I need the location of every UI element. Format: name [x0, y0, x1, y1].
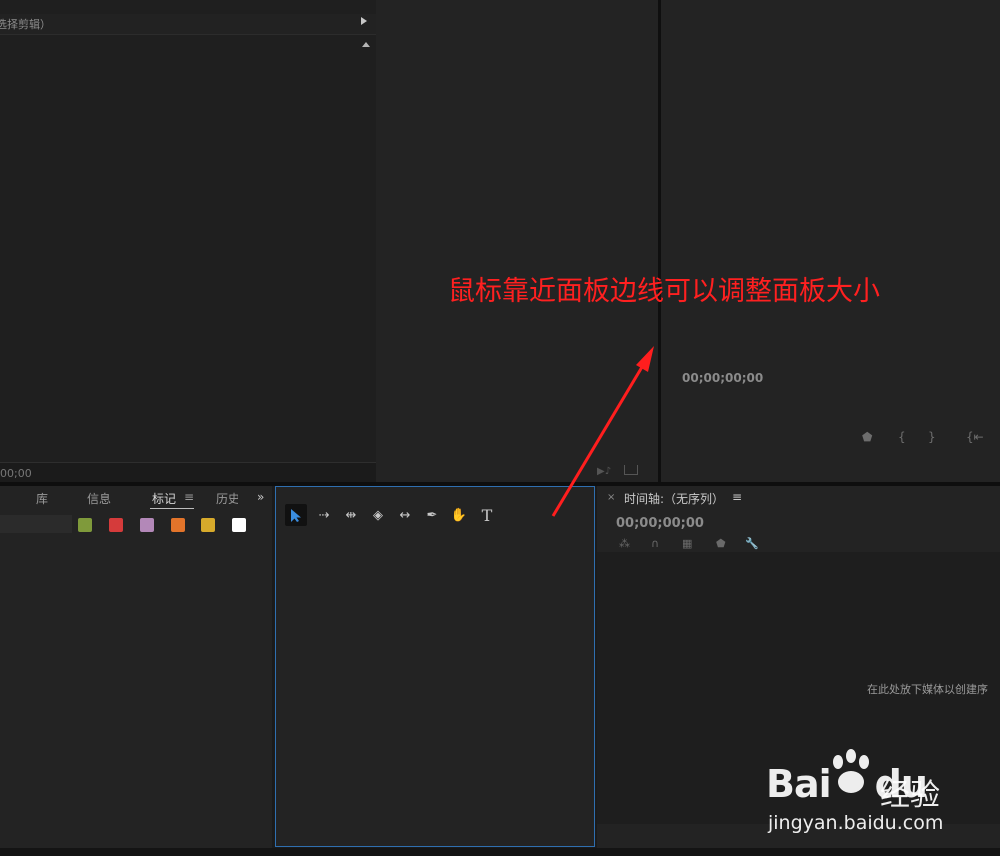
tab-library[interactable]: 库 — [36, 490, 48, 507]
linked-selection-icon[interactable]: ▦ — [682, 537, 692, 550]
overflow-icon[interactable]: » — [257, 490, 264, 504]
razor-tool-icon[interactable]: ◈ — [367, 504, 389, 526]
drop-media-hint: 在此处放下媒体以创建序 — [867, 683, 988, 696]
watermark-url: jingyan.baidu.com — [768, 812, 944, 834]
selection-arrow-icon — [291, 508, 301, 522]
close-icon[interactable]: × — [607, 492, 615, 503]
watermark-product: 经验 — [880, 778, 940, 813]
tab-info[interactable]: 信息 — [87, 490, 111, 507]
tab-markers[interactable]: 标记 — [152, 490, 176, 507]
type-tool-icon[interactable]: T — [476, 504, 498, 526]
wrench-icon[interactable]: 🔧 — [745, 537, 759, 550]
audio-icon[interactable]: ▶♪ — [597, 466, 611, 477]
source-panel-header — [0, 14, 376, 35]
bottom-edge — [0, 848, 1000, 856]
source-timecode: 00;00 — [0, 467, 32, 480]
swatch-orange[interactable] — [171, 518, 185, 532]
program-timecode[interactable]: 00;00;00;00 — [682, 371, 763, 385]
swatch-white[interactable] — [232, 518, 246, 532]
bracket-in-icon[interactable]: { — [898, 430, 906, 444]
pen-tool-icon[interactable]: ✒ — [421, 504, 443, 526]
go-to-in-icon[interactable]: {⇤ — [966, 430, 984, 444]
source-panel-header-text: 选择剪辑） — [0, 18, 51, 31]
slip-tool-icon[interactable]: ↔ — [394, 504, 416, 526]
expand-right-icon[interactable] — [361, 17, 367, 25]
tab-menu-icon[interactable]: ≡ — [184, 490, 194, 504]
empty-monitor-area — [376, 0, 658, 482]
timeline-timecode[interactable]: 00;00;00;00 — [616, 516, 704, 531]
program-monitor-panel — [661, 0, 1000, 482]
hand-tool-icon[interactable]: ✋ — [448, 504, 470, 526]
tab-history[interactable]: 历史 — [216, 490, 238, 507]
annotation-text: 鼠标靠近面板边线可以调整面板大小 — [448, 276, 880, 307]
mark-in-icon[interactable]: ⬟ — [862, 430, 872, 444]
markers-panel — [0, 486, 272, 848]
tools-panel — [275, 486, 595, 847]
timeline-title[interactable]: 时间轴:（无序列） — [624, 490, 724, 507]
selection-tool-icon[interactable] — [285, 504, 307, 526]
add-marker-icon[interactable]: ⬟ — [716, 537, 726, 550]
swatch-green[interactable] — [78, 518, 92, 532]
watermark-brand-a: Bai — [766, 762, 832, 806]
source-monitor-panel — [0, 0, 377, 463]
marker-search-input[interactable] — [0, 515, 72, 533]
active-tab-indicator — [150, 508, 194, 509]
swatch-yellow[interactable] — [201, 518, 215, 532]
swatch-purple[interactable] — [140, 518, 154, 532]
scroll-up-icon[interactable] — [362, 42, 370, 47]
swatch-red[interactable] — [109, 518, 123, 532]
ripple-edit-tool-icon[interactable]: ⇹ — [340, 504, 362, 526]
export-frame-icon[interactable] — [624, 465, 638, 475]
snap-icon[interactable]: ∩ — [651, 537, 659, 550]
bracket-out-icon[interactable]: } — [928, 430, 936, 444]
track-select-tool-icon[interactable]: ⇢ — [313, 504, 335, 526]
timeline-menu-icon[interactable]: ≡ — [732, 490, 742, 504]
nest-icon[interactable]: ⁂ — [619, 537, 630, 550]
